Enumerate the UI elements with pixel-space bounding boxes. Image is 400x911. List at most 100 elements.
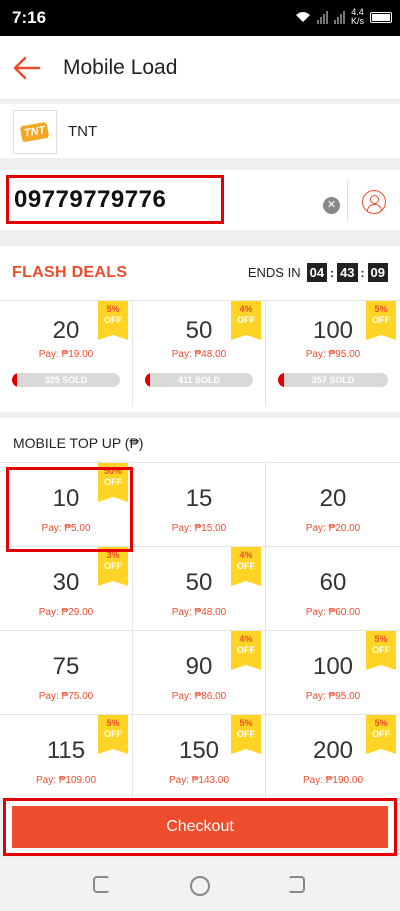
topup-card[interactable]: 60 Pay: ₱60.00 [266, 547, 400, 631]
countdown-timer: ENDS IN 04 : 43 : 09 [248, 263, 388, 282]
load-amount: 15 [185, 485, 213, 512]
discount-off: OFF [372, 729, 390, 739]
back-arrow-icon[interactable] [12, 54, 42, 82]
provider-name: TNT [68, 123, 98, 140]
discount-badge: 50% OFF [98, 463, 128, 502]
flash-deal-card[interactable]: 100 Pay: ₱95.00 5% OFF 357 SOLD [266, 301, 400, 406]
countdown-seconds: 09 [367, 263, 388, 282]
app-bar: Mobile Load [0, 36, 400, 100]
topup-card[interactable]: 30 Pay: ₱29.00 3% OFF [0, 547, 133, 631]
clear-icon[interactable]: ✕ [323, 197, 340, 214]
discount-off: OFF [372, 315, 390, 325]
sold-progress-bar: 411 SOLD [145, 373, 253, 387]
discount-percent: 5% [374, 634, 388, 644]
mobile-topup-section: MOBILE TOP UP (₱) 10 Pay: ₱5.00 50% OFF 15 Pa… [0, 418, 400, 799]
countdown-hours: 04 [306, 263, 328, 282]
pay-price: Pay: ₱19.00 [38, 349, 94, 360]
discount-percent: 5% [106, 304, 120, 314]
pay-price: Pay: ₱95.00 [305, 691, 361, 702]
pay-price: Pay: ₱5.00 [41, 523, 91, 534]
system-back-icon[interactable] [288, 876, 305, 893]
discount-badge: 5% OFF [98, 301, 128, 340]
flash-deal-card[interactable]: 50 Pay: ₱48.00 4% OFF 411 SOLD [133, 301, 266, 406]
flash-deals-grid: 20 Pay: ₱19.00 5% OFF 325 SOLD 50 Pay: ₱… [0, 300, 400, 406]
countdown-minutes: 43 [337, 263, 358, 282]
network-speed-unit: K/s [350, 16, 364, 26]
network-speed: 4.4 K/s [351, 8, 364, 26]
topup-card[interactable]: 100 Pay: ₱95.00 5% OFF [266, 631, 400, 715]
discount-off: OFF [104, 561, 122, 571]
discount-badge: 5% OFF [366, 631, 396, 670]
colon: : [330, 265, 335, 280]
discount-percent: 5% [106, 718, 120, 728]
phone-number-row: 09779779776 [0, 170, 400, 230]
system-nav-bar [0, 860, 400, 911]
sold-count: 411 SOLD [177, 375, 221, 385]
flash-deal-card[interactable]: 20 Pay: ₱19.00 5% OFF 325 SOLD [0, 301, 133, 406]
provider-logo: TNT [13, 110, 57, 154]
flash-deals-title: FLASH DEALS [12, 264, 128, 281]
topup-card[interactable]: 75 Pay: ₱75.00 [0, 631, 133, 715]
sold-progress-bar: 357 SOLD [278, 373, 388, 387]
flash-deals-section: FLASH DEALS ENDS IN 04 : 43 : 09 20 Pay:… [0, 246, 400, 412]
topup-card[interactable]: 150 Pay: ₱143.00 5% OFF [133, 715, 266, 799]
pay-price: Pay: ₱60.00 [305, 607, 361, 618]
load-amount: 20 [319, 485, 347, 512]
discount-percent: 3% [106, 550, 120, 560]
pay-price: Pay: ₱75.00 [38, 691, 94, 702]
tnt-logo-icon: TNT [20, 121, 50, 143]
discount-badge: 3% OFF [98, 547, 128, 586]
mobile-topup-grid: 10 Pay: ₱5.00 50% OFF 15 Pay: ₱15.00 20 Pay: ₱2… [0, 462, 400, 799]
discount-off: OFF [104, 315, 122, 325]
pay-price: Pay: ₱86.00 [171, 691, 227, 702]
topup-card[interactable]: 10 Pay: ₱5.00 50% OFF [0, 463, 133, 547]
discount-badge: 5% OFF [98, 715, 128, 754]
colon: : [360, 265, 365, 280]
discount-percent: 5% [374, 304, 388, 314]
signal-icon-2 [333, 10, 345, 24]
pay-price: Pay: ₱95.00 [305, 349, 361, 360]
discount-badge: 4% OFF [231, 301, 261, 340]
topup-card[interactable]: 200 Pay: ₱190.00 5% OFF [266, 715, 400, 799]
contact-picker-icon[interactable] [362, 190, 386, 214]
discount-badge: 5% OFF [366, 715, 396, 754]
discount-percent: 5% [239, 718, 253, 728]
discount-off: OFF [237, 645, 255, 655]
sold-progress-bar: 325 SOLD [12, 373, 120, 387]
discount-badge: 5% OFF [231, 715, 261, 754]
pay-price: Pay: ₱48.00 [171, 349, 227, 360]
discount-off: OFF [237, 729, 255, 739]
discount-percent: 50% [103, 466, 122, 476]
pay-price: Pay: ₱48.00 [171, 607, 227, 618]
battery-icon [370, 11, 392, 23]
topup-card[interactable]: 115 Pay: ₱109.00 5% OFF [0, 715, 133, 799]
topup-card[interactable]: 15 Pay: ₱15.00 [133, 463, 266, 547]
checkout-button[interactable]: Checkout [12, 806, 388, 848]
pay-price: Pay: ₱15.00 [171, 523, 227, 534]
mobile-topup-title: MOBILE TOP UP (₱) [13, 435, 144, 451]
recent-apps-icon[interactable] [93, 876, 110, 893]
discount-off: OFF [237, 315, 255, 325]
discount-badge: 4% OFF [231, 547, 261, 586]
discount-percent: 5% [374, 718, 388, 728]
wifi-icon [295, 12, 310, 22]
pay-price: Pay: ₱20.00 [305, 523, 361, 534]
page-title: Mobile Load [63, 56, 178, 79]
pay-price: Pay: ₱190.00 [302, 775, 364, 786]
load-amount: 75 [52, 653, 80, 680]
sold-count: 325 SOLD [44, 375, 88, 385]
pay-price: Pay: ₱109.00 [35, 775, 97, 786]
pay-price: Pay: ₱29.00 [38, 607, 94, 618]
discount-off: OFF [237, 561, 255, 571]
topup-card[interactable]: 20 Pay: ₱20.00 [266, 463, 400, 547]
discount-badge: 5% OFF [366, 301, 396, 340]
discount-off: OFF [104, 729, 122, 739]
phone-number-input[interactable]: 09779779776 [6, 175, 224, 224]
topup-card[interactable]: 50 Pay: ₱48.00 4% OFF [133, 547, 266, 631]
discount-percent: 4% [239, 304, 253, 314]
home-icon[interactable] [190, 876, 210, 896]
pay-price: Pay: ₱143.00 [168, 775, 230, 786]
ends-in-label: ENDS IN [247, 265, 301, 280]
topup-card[interactable]: 90 Pay: ₱86.00 4% OFF [133, 631, 266, 715]
discount-percent: 4% [239, 634, 253, 644]
